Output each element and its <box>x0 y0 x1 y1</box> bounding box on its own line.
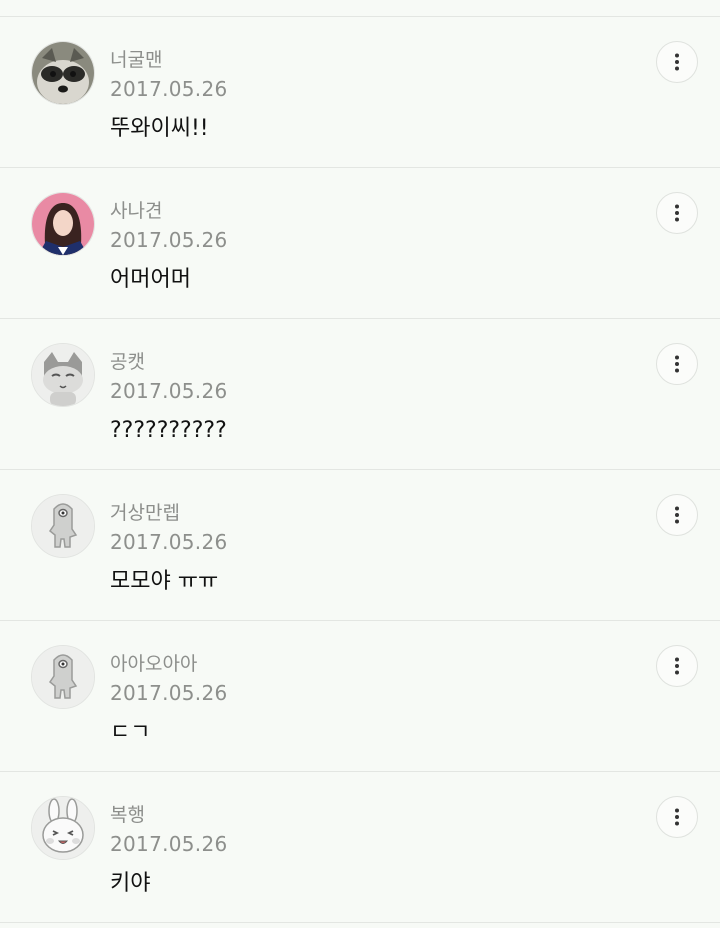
comment-text: ?????????? <box>110 418 227 443</box>
comment-item: 공캣 2017.05.26 ?????????? <box>0 319 720 470</box>
comment-item: 사나견 2017.05.26 어머어머 <box>0 168 720 319</box>
comment-author[interactable]: 복행 <box>110 804 145 826</box>
comment-item: 너굴맨 2017.05.26 뚜와이씨!! <box>0 17 720 168</box>
rabbit-avatar-icon[interactable] <box>31 796 95 860</box>
comment-author[interactable]: 너굴맨 <box>110 49 162 71</box>
comment-text: ㄷㄱ <box>110 720 151 745</box>
comment-text: 모모야 ㅠㅠ <box>110 569 219 594</box>
comment-item: 거상만렙 2017.05.26 모모야 ㅠㅠ <box>0 470 720 621</box>
more-vertical-icon <box>675 506 679 524</box>
comment-item: 복행 2017.05.26 키야 <box>0 772 720 923</box>
one-eyed-creature-avatar-icon[interactable] <box>31 494 95 558</box>
more-vertical-icon <box>675 355 679 373</box>
comment-text: 키야 <box>110 871 151 896</box>
comment-author[interactable]: 아아오아아 <box>110 653 197 675</box>
photo-avatar-icon[interactable] <box>31 192 95 256</box>
comment-date: 2017.05.26 <box>110 379 228 403</box>
more-vertical-icon <box>675 657 679 675</box>
comment-date: 2017.05.26 <box>110 77 228 101</box>
comment-text: 뚜와이씨!! <box>110 116 209 141</box>
more-options-button[interactable] <box>656 796 698 838</box>
comment-date: 2017.05.26 <box>110 228 228 252</box>
comment-list: 너굴맨 2017.05.26 뚜와이씨!! 사나견 2017.05.26 어머어… <box>0 17 720 923</box>
more-vertical-icon <box>675 808 679 826</box>
comment-author[interactable]: 사나견 <box>110 200 162 222</box>
more-options-button[interactable] <box>656 494 698 536</box>
more-options-button[interactable] <box>656 41 698 83</box>
comment-text: 어머어머 <box>110 267 191 292</box>
more-options-button[interactable] <box>656 645 698 687</box>
comment-date: 2017.05.26 <box>110 530 228 554</box>
comment-date: 2017.05.26 <box>110 832 228 856</box>
comment-date: 2017.05.26 <box>110 681 228 705</box>
cat-avatar-icon[interactable] <box>31 343 95 407</box>
one-eyed-creature-avatar-icon[interactable] <box>31 645 95 709</box>
comment-author[interactable]: 공캣 <box>110 351 145 373</box>
more-options-button[interactable] <box>656 192 698 234</box>
raccoon-avatar-icon[interactable] <box>31 41 95 105</box>
more-vertical-icon <box>675 204 679 222</box>
more-vertical-icon <box>675 53 679 71</box>
comment-item: 아아오아아 2017.05.26 ㄷㄱ <box>0 621 720 772</box>
comment-author[interactable]: 거상만렙 <box>110 502 180 524</box>
more-options-button[interactable] <box>656 343 698 385</box>
